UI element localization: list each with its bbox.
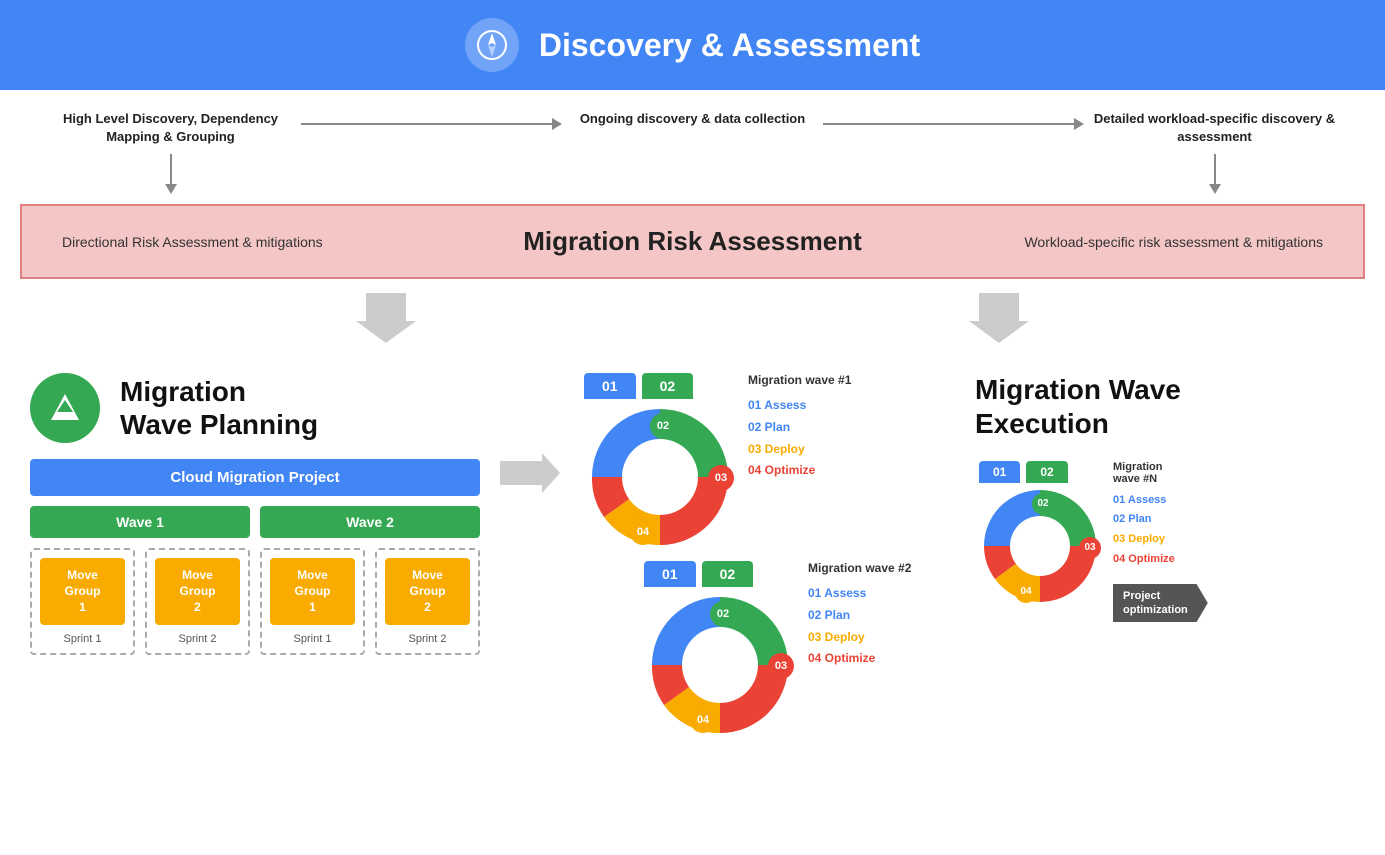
discovery-arrow2: [823, 110, 1084, 130]
sprint-label-1: Sprint 1: [64, 633, 102, 645]
planning-title: Migration Wave Planning: [120, 375, 318, 442]
execution-title: Migration Wave Execution: [975, 373, 1355, 440]
wave2-assess: 01 Assess: [808, 583, 911, 605]
wave2-tab-01: 01: [644, 561, 696, 587]
risk-left-text: Directional Risk Assessment & mitigation…: [62, 234, 422, 250]
wave1-donut: 02 03 04: [580, 397, 740, 557]
wave1-tab-02: 02: [642, 373, 694, 399]
discovery-col2: Ongoing discovery & data collection: [562, 110, 823, 128]
wave1-assess: 01 Assess: [748, 395, 851, 417]
wave-n-diagram: 01 02 02 03 04: [975, 461, 1105, 611]
risk-right-text: Workload-specific risk assessment & miti…: [963, 234, 1323, 250]
cloud-project-bar: Cloud Migration Project: [30, 459, 480, 496]
wave-n-section: 01 02 02 03 04: [975, 461, 1355, 623]
sprint-label-4: Sprint 2: [409, 633, 447, 645]
move-group-box-2: MoveGroup2: [155, 558, 240, 625]
move-group-box-4: MoveGroup2: [385, 558, 470, 625]
sprint-label-2: Sprint 2: [179, 633, 217, 645]
discovery-arrow1: [301, 110, 562, 130]
exec-assess: 01 Assess: [1113, 491, 1208, 511]
wave-n-seg-02: 02: [1032, 493, 1054, 515]
planning-header: Migration Wave Planning: [30, 373, 480, 443]
exec-optimize: 04 Optimize: [1113, 550, 1208, 570]
wave2-diagram: 01 02 02 03 04: [640, 561, 800, 745]
execution-panel: Migration Wave Execution 01 02: [975, 373, 1355, 622]
planning-to-waves-arrow: [500, 373, 560, 493]
wave1-label: Migration wave #1: [748, 373, 851, 387]
mountain-icon: [30, 373, 100, 443]
planning-panel: Migration Wave Planning Cloud Migration …: [30, 373, 480, 655]
down-arrow-left: [356, 293, 416, 343]
project-optimization-arrow: Project optimization: [1113, 584, 1208, 623]
wave2-box: Wave 2: [260, 506, 480, 538]
move-group-container-1: MoveGroup1 Sprint 1: [30, 548, 135, 655]
wave2-label: Migration wave #2: [808, 561, 911, 575]
move-group-box-1: MoveGroup1: [40, 558, 125, 625]
wave-n-legend: 01 Assess 02 Plan 03 Deploy 04 Optimize: [1113, 491, 1208, 570]
wave1-optimize: 04 Optimize: [748, 460, 851, 482]
wave2-plan: 02 Plan: [808, 605, 911, 627]
wave2-meta: Migration wave #2 01 Assess 02 Plan 03 D…: [808, 561, 911, 669]
wave-n-meta: Migration wave #N 01 Assess 02 Plan 03 D…: [1113, 461, 1208, 623]
compass-icon: [465, 18, 519, 72]
wave-n-tab-01: 01: [979, 461, 1020, 483]
waves-panel: 01 02: [580, 373, 955, 745]
discovery-col3: Detailed workload-specific discovery & a…: [1084, 110, 1345, 194]
move-group-container-4: MoveGroup2 Sprint 2: [375, 548, 480, 655]
wave2-optimize: 04 Optimize: [808, 648, 911, 670]
move-group-container-3: MoveGroup1 Sprint 1: [260, 548, 365, 655]
wave2-tab-02: 02: [702, 561, 754, 587]
wave1-legend: 01 Assess 02 Plan 03 Deploy 04 Optimize: [748, 395, 851, 481]
wave-n-seg-04: 04: [1015, 581, 1037, 603]
wave1-meta: Migration wave #1 01 Assess 02 Plan 03 D…: [748, 373, 851, 481]
page-title: Discovery & Assessment: [539, 27, 920, 64]
exec-deploy: 03 Deploy: [1113, 530, 1208, 550]
risk-center-text: Migration Risk Assessment: [422, 226, 962, 257]
wave-n-donut: 02 03 04: [975, 481, 1105, 611]
wave1-section: 01 02: [580, 373, 955, 557]
move-group-container-2: MoveGroup2 Sprint 2: [145, 548, 250, 655]
wave-n-tab-02: 02: [1026, 461, 1067, 483]
main-content: Migration Wave Planning Cloud Migration …: [0, 353, 1385, 765]
wave2-donut: 02 03 04: [640, 585, 800, 745]
down-arrow-right: [969, 293, 1029, 343]
wave2-legend: 01 Assess 02 Plan 03 Deploy 04 Optimize: [808, 583, 911, 669]
wave2-deploy: 03 Deploy: [808, 627, 911, 649]
project-opt-label: Project optimization: [1113, 584, 1208, 623]
move-groups-row: MoveGroup1 Sprint 1 MoveGroup2 Sprint 2 …: [30, 548, 480, 655]
wave-n-seg-03: 03: [1079, 537, 1101, 559]
wave1-deploy: 03 Deploy: [748, 439, 851, 461]
wave1-tab-01: 01: [584, 373, 636, 399]
risk-band: Directional Risk Assessment & mitigation…: [20, 204, 1365, 279]
move-group-box-3: MoveGroup1: [270, 558, 355, 625]
wave1-box: Wave 1: [30, 506, 250, 538]
wave1-plan: 02 Plan: [748, 417, 851, 439]
wave-n-label: Migration wave #N: [1113, 461, 1208, 485]
discovery-col1: High Level Discovery, Dependency Mapping…: [40, 110, 301, 194]
discovery-row: High Level Discovery, Dependency Mapping…: [0, 90, 1385, 204]
header-bar: Discovery & Assessment: [0, 0, 1385, 90]
wave2-section: 01 02 02 03 04: [640, 561, 955, 745]
exec-plan: 02 Plan: [1113, 510, 1208, 530]
wave1-diagram: 01 02: [580, 373, 740, 557]
sprint-label-3: Sprint 1: [294, 633, 332, 645]
arrows-below-risk: [0, 283, 1385, 353]
waves-row: Wave 1 Wave 2: [30, 506, 480, 538]
